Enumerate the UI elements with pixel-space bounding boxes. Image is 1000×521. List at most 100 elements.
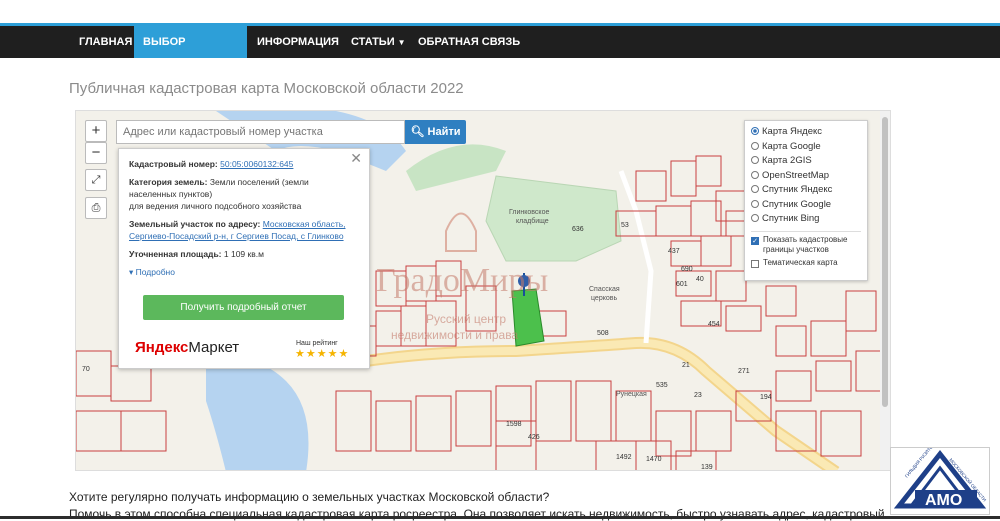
divider xyxy=(751,230,861,232)
zoom-in-button[interactable]: + xyxy=(85,120,107,142)
layer-option[interactable]: Спутник Google xyxy=(751,198,861,213)
layer-option[interactable]: Карта Google xyxy=(751,140,861,155)
parcel-number: 194 xyxy=(760,394,772,401)
layer-label: Карта Яндекс xyxy=(762,126,823,137)
nav-item-home[interactable]: ГЛАВНАЯ xyxy=(70,26,141,58)
parcel-number: 1492 xyxy=(616,454,632,461)
nav-label: ИНФОРМАЦИЯ xyxy=(257,36,339,48)
nav-item-feedback[interactable]: ОБРАТНАЯ СВЯЗЬ xyxy=(409,26,529,58)
intro-paragraph: Хотите регулярно получать информацию о з… xyxy=(69,490,550,504)
thematic-map-checkbox[interactable]: Тематическая карта xyxy=(751,258,861,268)
field-value: 1 109 кв.м xyxy=(223,249,264,259)
search-icon: 🔍︎ xyxy=(410,126,425,138)
cad-number-row: Кадастровый номер: 50:05:0060132:645 xyxy=(129,158,359,170)
parcel-number: 21 xyxy=(682,362,690,369)
radio-icon xyxy=(751,185,759,193)
map-scrollbar[interactable] xyxy=(880,111,890,470)
top-strip xyxy=(0,0,1000,26)
nav-label: ВЫБОР РЕГИОНА xyxy=(143,36,197,80)
brand-part: Маркет xyxy=(188,339,240,356)
watermark-brand: ГрадоМиры xyxy=(376,262,548,299)
layer-label: Карта Google xyxy=(762,140,821,152)
nav-item-articles[interactable]: СТАТЬИ ▼ xyxy=(342,26,415,58)
category-row: Категория земель: Земли поселений (земли… xyxy=(129,176,359,212)
nav-label: СТАТЬИ xyxy=(351,36,395,48)
page-title: Публичная кадастровая карта Московской о… xyxy=(69,80,464,97)
checkbox-label: Тематическая карта xyxy=(763,257,838,267)
field-value: для ведения личного подсобного хозяйства xyxy=(129,201,302,211)
field-label: Кадастровый номер: xyxy=(129,159,218,169)
parcel-number: 454 xyxy=(708,321,720,328)
park-area xyxy=(406,144,506,191)
parcel-number: 508 xyxy=(597,330,609,337)
layer-label: Спутник Яндекс xyxy=(762,184,833,195)
parcel-number: 53 xyxy=(621,222,629,229)
nav-item-region[interactable]: ВЫБОР РЕГИОНА ▼ xyxy=(134,26,247,80)
area-row: Уточненная площадь: 1 109 кв.м xyxy=(129,248,359,260)
watermark-icon xyxy=(445,212,477,252)
radio-icon xyxy=(751,156,759,164)
main-nav: ГЛАВНАЯ ВЫБОР РЕГИОНА ▼ ИНФОРМАЦИЯ СТАТЬИ… xyxy=(0,26,1000,80)
layer-option[interactable]: Карта 2GIS xyxy=(751,154,861,169)
address-link[interactable]: Сергиево-Посадский р-н, г Сергиев Посад,… xyxy=(129,231,344,241)
close-icon[interactable]: ✕ xyxy=(350,151,362,165)
layer-option[interactable]: OpenStreetMap xyxy=(751,169,861,184)
map-label: Спасская xyxy=(589,286,620,293)
radio-icon xyxy=(751,170,759,179)
parcel-number: 70 xyxy=(82,366,90,373)
logo-text: АМО xyxy=(925,492,962,509)
layer-label: Карта 2GIS xyxy=(762,155,812,166)
parcel-number: 1470 xyxy=(646,456,662,463)
parcel-number: 636 xyxy=(572,226,584,233)
address-link[interactable]: Московская область, xyxy=(263,219,346,229)
layer-option[interactable]: Спутник Яндекс xyxy=(751,183,861,198)
get-report-button[interactable]: Получить подробный отчет xyxy=(143,295,344,320)
radio-icon xyxy=(751,199,759,208)
zoom-out-button[interactable]: − xyxy=(85,142,107,164)
rating-stars: ★★★★★ xyxy=(295,348,350,360)
brand-part: Яндекс xyxy=(135,339,189,356)
layer-option[interactable]: Карта Яндекс xyxy=(751,125,861,140)
guild-logo[interactable]: АМО ГИЛЬДИЯ РИЭЛТОРОВ МОСКОВСКОЙ ОБЛАСТИ xyxy=(890,437,990,515)
cad-number-link[interactable]: 50:05:0060132:645 xyxy=(220,159,293,169)
print-icon[interactable]: ⎙ xyxy=(85,197,107,219)
search-button[interactable]: 🔍︎ Найти xyxy=(405,120,466,144)
watermark-line: Русский центр xyxy=(426,312,506,326)
checkbox-label-line: Показать кадастровые xyxy=(763,234,848,244)
cemetery-area xyxy=(485,175,622,262)
cadastral-map[interactable]: ГрадоМиры Русский центр недвижимости и п… xyxy=(75,110,891,471)
parcel-info-popup: ✕ Кадастровый номер: 50:05:0060132:645 К… xyxy=(118,148,370,369)
checkbox-checked-icon: ✓ xyxy=(751,236,759,245)
layer-label: Спутник Bing xyxy=(762,213,820,224)
map-label: кладбище xyxy=(516,217,549,225)
parcel-number: 40 xyxy=(696,276,704,283)
main-road xyxy=(365,336,840,470)
search-button-label: Найти xyxy=(427,126,461,138)
fullscreen-icon[interactable]: ⤢ xyxy=(85,169,107,191)
parcel-number: 437 xyxy=(668,248,680,255)
layer-label: OpenStreetMap xyxy=(762,169,830,181)
radio-icon xyxy=(751,141,759,150)
parcel-number: 1598 xyxy=(506,421,522,428)
nav-item-info[interactable]: ИНФОРМАЦИЯ xyxy=(248,26,348,58)
nav-label: ГЛАВНАЯ xyxy=(79,36,133,48)
parcel-number: 535 xyxy=(656,382,668,389)
field-label: Категория земель: xyxy=(129,177,208,187)
parcel-number: 426 xyxy=(528,434,540,441)
watermark-line: недвижимости и права xyxy=(391,328,518,342)
nav-label: ОБРАТНАЯ СВЯЗЬ xyxy=(418,36,521,48)
layer-switcher: Карта Яндекс Карта Google Карта 2GIS Ope… xyxy=(744,120,868,281)
checkbox-icon xyxy=(751,259,759,268)
show-boundaries-checkbox[interactable]: ✓ Показать кадастровые границы участков xyxy=(751,235,861,255)
radio-icon xyxy=(751,127,759,135)
parcel-number: 139 xyxy=(701,464,713,471)
guild-logo-icon: АМО ГИЛЬДИЯ РИЭЛТОРОВ МОСКОВСКОЙ ОБЛАСТИ xyxy=(893,437,989,509)
chevron-down-icon: ▼ xyxy=(199,70,208,79)
search-input[interactable] xyxy=(116,120,405,144)
map-label: церковь xyxy=(591,295,617,302)
yandex-market-logo[interactable]: ЯндексМаркет xyxy=(135,339,240,356)
parcel-number: 23 xyxy=(694,392,702,399)
scrollbar-thumb[interactable] xyxy=(882,117,888,407)
layer-option[interactable]: Спутник Bing xyxy=(751,212,861,227)
details-toggle[interactable]: ▾ Подробно xyxy=(129,266,359,278)
